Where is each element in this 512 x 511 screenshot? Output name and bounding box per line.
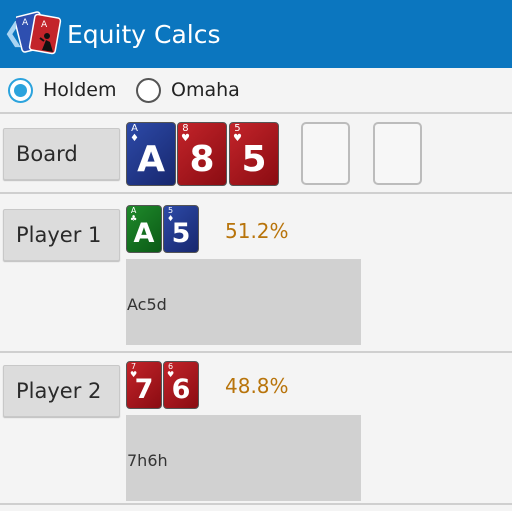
board-card-1[interactable]: A ♦ A xyxy=(126,122,176,186)
card-rank: 8 xyxy=(189,139,215,180)
board-button[interactable]: Board xyxy=(3,128,120,180)
card-rank: A xyxy=(133,218,155,249)
card-rank: 5 xyxy=(241,139,267,180)
card-rank: 7 xyxy=(134,374,154,405)
omaha-radio[interactable] xyxy=(136,78,161,103)
player-2-hand-box[interactable]: 7h6h xyxy=(126,415,361,501)
player-1-hand-box[interactable]: Ac5d xyxy=(126,259,361,345)
holdem-radio[interactable] xyxy=(8,78,33,103)
player-2-equity: 48.8% xyxy=(225,374,289,398)
player-2-card-1[interactable]: 7 ♥ 7 xyxy=(126,361,162,409)
card-rank: 6 xyxy=(171,374,191,405)
row-divider xyxy=(0,351,512,353)
svg-text:A: A xyxy=(22,18,29,28)
player-1-button[interactable]: Player 1 xyxy=(3,209,120,261)
game-type-selector: Holdem Omaha xyxy=(0,68,512,114)
card-rank: A xyxy=(137,139,165,180)
app-bar: ❮ A A Equity Calcs xyxy=(0,0,512,68)
radio-selected-dot xyxy=(14,84,27,97)
board-card-3[interactable]: 5 ♥ 5 xyxy=(229,122,279,186)
player-2-button[interactable]: Player 2 xyxy=(3,365,120,417)
board-empty-slot-river[interactable] xyxy=(373,122,422,185)
player-1-card-1[interactable]: A ♣ A xyxy=(126,205,162,253)
row-divider xyxy=(0,192,512,194)
app-title: Equity Calcs xyxy=(67,20,221,49)
player-1-card-2[interactable]: 5 ♦ 5 xyxy=(163,205,199,253)
player-2-hand-text: 7h6h xyxy=(127,451,168,470)
svg-text:A: A xyxy=(41,20,48,30)
row-divider xyxy=(0,503,512,505)
omaha-label[interactable]: Omaha xyxy=(171,77,240,103)
holdem-label[interactable]: Holdem xyxy=(43,77,116,103)
board-empty-slot-turn[interactable] xyxy=(301,122,350,185)
card-rank: 5 xyxy=(171,218,191,249)
board-card-2[interactable]: 8 ♥ 8 xyxy=(177,122,227,186)
player-1-hand-text: Ac5d xyxy=(127,295,167,314)
player-1-equity: 51.2% xyxy=(225,219,289,243)
app-logo-icon[interactable]: A A xyxy=(16,8,64,60)
player-2-card-2[interactable]: 6 ♥ 6 xyxy=(163,361,199,409)
